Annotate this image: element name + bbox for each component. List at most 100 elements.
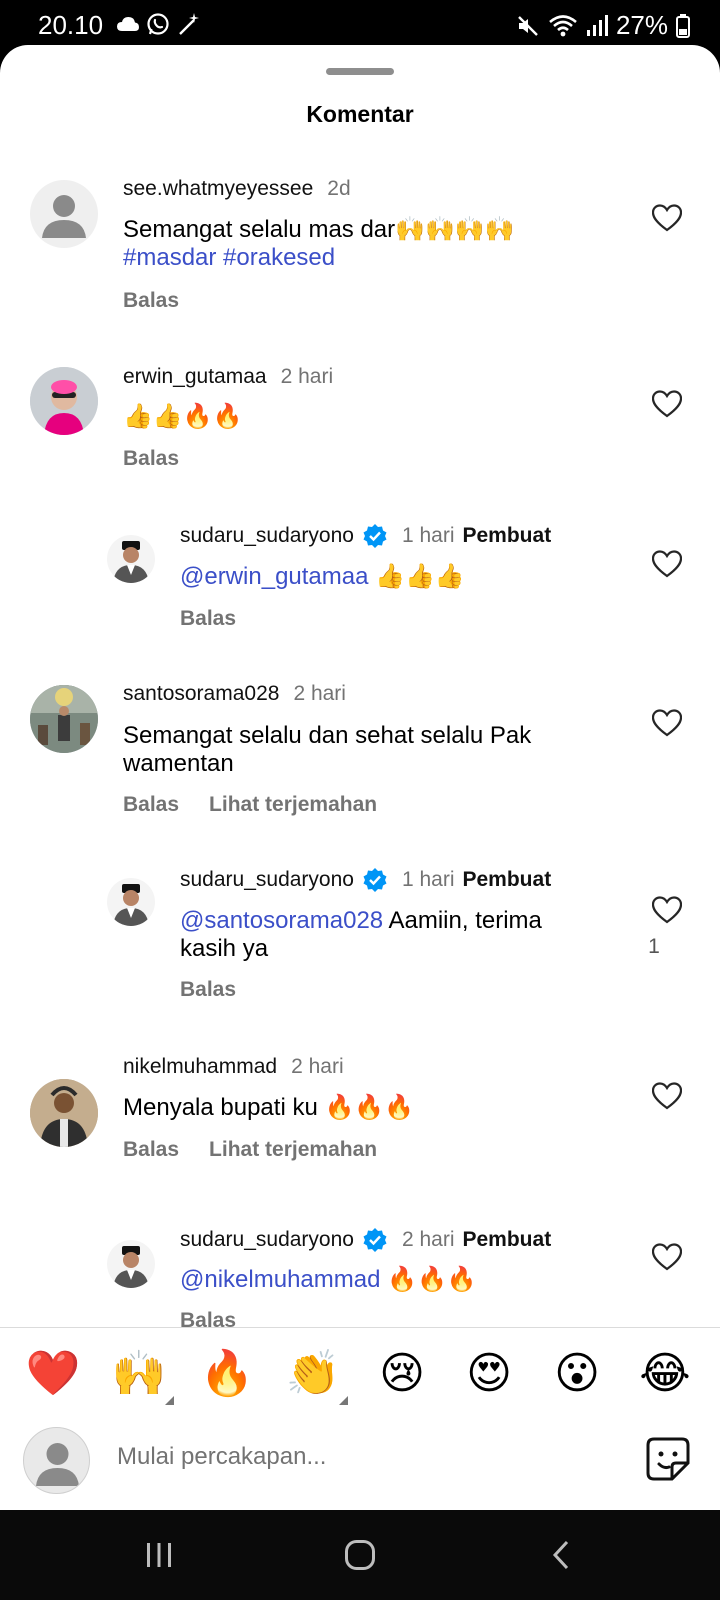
- magic-wand-icon: [179, 13, 199, 35]
- comment-text: Menyala bupati ku 🔥🔥🔥: [123, 1094, 415, 1121]
- comment-time: 2 hari: [280, 365, 334, 388]
- comment-meta: sudaru_sudaryono 1 hari Pembuat: [180, 523, 551, 549]
- comment-meta: santosorama028 2 hari: [123, 682, 346, 706]
- heart-outline-icon[interactable]: [652, 1243, 682, 1271]
- comment-time: 2 hari: [291, 1055, 344, 1078]
- battery-icon: [676, 13, 690, 38]
- reaction-crying[interactable]: 😢: [374, 1350, 430, 1398]
- creator-badge: Pembuat: [462, 524, 552, 547]
- comment-time: 1 hari: [401, 868, 455, 891]
- comment-input[interactable]: Mulai percakapan...: [117, 1443, 326, 1471]
- verified-badge-icon: [363, 868, 387, 892]
- mention-link[interactable]: @nikelmuhammad: [180, 1266, 380, 1293]
- reaction-clapping[interactable]: 👏: [285, 1350, 341, 1398]
- system-navigation-bar: [0, 1510, 720, 1600]
- comment-actions: Balas: [180, 978, 236, 1002]
- reply-button[interactable]: Balas: [180, 607, 236, 631]
- reaction-fire[interactable]: 🔥: [199, 1350, 255, 1398]
- reply-button[interactable]: Balas: [123, 1138, 179, 1162]
- heart-outline-icon[interactable]: [652, 1082, 682, 1110]
- reply-button[interactable]: Balas: [123, 447, 179, 471]
- variant-indicator-icon: [165, 1396, 174, 1405]
- comment-meta: erwin_gutamaa 2 hari: [123, 365, 333, 389]
- comment-text: 👍👍🔥🔥: [123, 403, 243, 430]
- comment-username[interactable]: sudaru_sudaryono: [180, 868, 354, 892]
- comment-actions: Balas Lihat terjemahan: [123, 793, 377, 817]
- comment-meta: sudaru_sudaryono 1 hari Pembuat: [180, 867, 551, 893]
- comment-username[interactable]: erwin_gutamaa: [123, 365, 267, 389]
- status-time: 20.10: [38, 10, 104, 40]
- wifi-icon: [549, 14, 577, 36]
- comment-text: Semangat selalu mas dar🙌🙌🙌🙌: [123, 216, 515, 243]
- user-avatar[interactable]: [30, 1079, 98, 1147]
- cloud-icon: [117, 17, 139, 31]
- reaction-raising-hands[interactable]: 🙌: [111, 1350, 167, 1398]
- comment-username[interactable]: see.whatmyeyessee: [123, 177, 313, 201]
- reaction-heart-eyes[interactable]: 😍: [461, 1350, 517, 1398]
- mention-link[interactable]: @santosorama028: [180, 907, 383, 934]
- home-icon[interactable]: [344, 1539, 376, 1571]
- sticker-icon[interactable]: [646, 1437, 690, 1481]
- default-avatar-icon[interactable]: [30, 180, 98, 248]
- creator-avatar[interactable]: [107, 1240, 155, 1288]
- verified-badge-icon: [363, 1228, 387, 1252]
- comment-hashtags[interactable]: #masdar #orakesed: [123, 244, 593, 272]
- default-avatar-icon: [23, 1427, 90, 1494]
- mention-link[interactable]: @erwin_gutamaa: [180, 563, 368, 590]
- status-bar: 20.10 27%: [0, 0, 720, 50]
- reply-button[interactable]: Balas: [180, 1309, 236, 1327]
- comment-actions: Balas: [123, 447, 179, 471]
- comment-time: 2 hari: [293, 682, 346, 705]
- reaction-surprised[interactable]: 😮: [549, 1350, 605, 1398]
- user-avatar[interactable]: [30, 685, 98, 753]
- comment-composer: Mulai percakapan...: [0, 1417, 720, 1510]
- user-avatar[interactable]: [30, 367, 98, 435]
- creator-avatar[interactable]: [107, 878, 155, 926]
- comment-username[interactable]: sudaru_sudaryono: [180, 524, 354, 548]
- quick-reaction-bar: ❤️ 🙌 🔥 👏 😢 😍 😮 😂: [0, 1327, 720, 1417]
- reaction-heart[interactable]: ❤️: [25, 1350, 81, 1398]
- sheet-title: Komentar: [306, 101, 414, 127]
- comment-time: 1 hari: [401, 524, 455, 547]
- heart-outline-icon[interactable]: [652, 390, 682, 418]
- comment-meta: sudaru_sudaryono 2 hari Pembuat: [180, 1227, 551, 1253]
- comment-actions: Balas: [180, 607, 236, 631]
- translate-link[interactable]: Lihat terjemahan: [209, 1138, 377, 1162]
- whatsapp-icon: [147, 13, 169, 35]
- reply-button[interactable]: Balas: [123, 793, 179, 817]
- heart-outline-icon[interactable]: [652, 896, 682, 924]
- heart-outline-icon[interactable]: [652, 550, 682, 578]
- comments-sheet: Komentar see.whatmyeyessee 2d Semangat s…: [0, 45, 720, 1510]
- translate-link[interactable]: Lihat terjemahan: [209, 793, 377, 817]
- status-notification-icons: [116, 12, 202, 36]
- heart-outline-icon[interactable]: [652, 709, 682, 737]
- comment-text: 🔥🔥🔥: [380, 1266, 477, 1293]
- comment-username[interactable]: nikelmuhammad: [123, 1055, 277, 1079]
- verified-badge-icon: [363, 524, 387, 548]
- back-icon[interactable]: [550, 1539, 572, 1571]
- battery-percent: 27%: [615, 10, 668, 40]
- comment-text-block: @nikelmuhammad 🔥🔥🔥: [180, 1266, 600, 1294]
- reply-button[interactable]: Balas: [123, 289, 179, 313]
- heart-outline-icon[interactable]: [652, 204, 682, 232]
- mute-icon: [518, 15, 538, 36]
- comment-text-block: Semangat selalu mas dar🙌🙌🙌🙌 #masdar #ora…: [123, 216, 593, 272]
- creator-avatar[interactable]: [107, 535, 155, 583]
- comment-meta: nikelmuhammad 2 hari: [123, 1055, 344, 1079]
- signal-icon: [586, 14, 608, 36]
- comment-text-block: @erwin_gutamaa 👍👍👍: [180, 563, 600, 591]
- creator-badge: Pembuat: [462, 1228, 552, 1251]
- reaction-laughing[interactable]: 😂: [637, 1350, 693, 1398]
- comment-username[interactable]: santosorama028: [123, 682, 279, 706]
- reply-button[interactable]: Balas: [180, 978, 236, 1002]
- status-system-icons: 27%: [516, 10, 690, 41]
- comment-time: 2d: [327, 177, 351, 200]
- recent-apps-icon[interactable]: [144, 1540, 174, 1570]
- comment-text-block: @santosorama028 Aamiin, terima kasih ya: [180, 907, 600, 963]
- comment-username[interactable]: sudaru_sudaryono: [180, 1228, 354, 1252]
- comment-meta: see.whatmyeyessee 2d: [123, 177, 351, 201]
- creator-badge: Pembuat: [462, 868, 552, 891]
- drag-handle[interactable]: [326, 68, 394, 75]
- comment-time: 2 hari: [401, 1228, 455, 1251]
- comments-list[interactable]: Komentar see.whatmyeyessee 2d Semangat s…: [0, 45, 720, 1327]
